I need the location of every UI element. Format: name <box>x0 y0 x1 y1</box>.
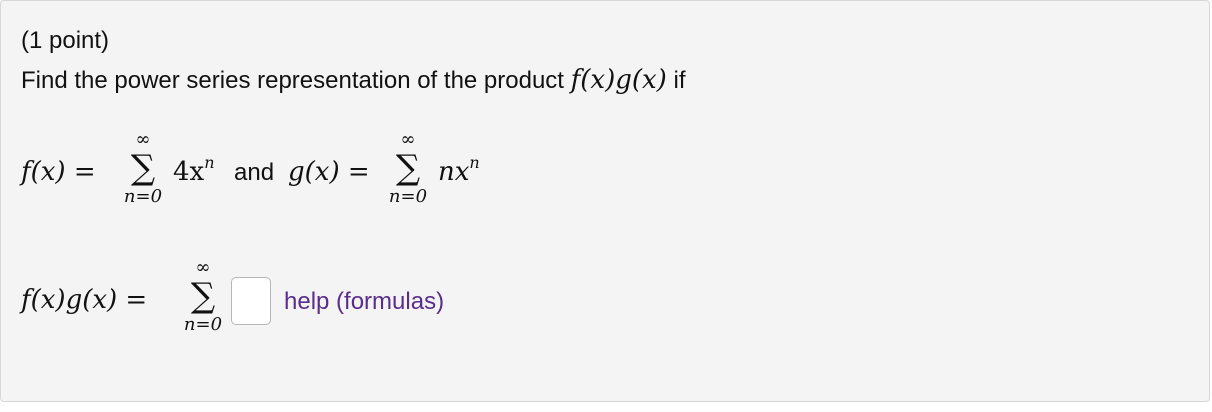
f-definition-lhs: f(x) = <box>21 157 96 187</box>
question-math: f(x)g(x) <box>570 65 667 95</box>
answer-summation: ∞ ∑ n=0 <box>181 259 225 335</box>
g-term-exp: n <box>469 153 480 172</box>
problem-card: (1 point) Find the power series represen… <box>0 0 1210 402</box>
g-term: nxn <box>438 153 480 187</box>
points-label: (1 point) <box>21 27 110 54</box>
answer-sum-upper: ∞ <box>195 257 211 278</box>
answer-sigma: ∑ <box>190 276 216 316</box>
question-text: Find the power series representation of … <box>21 65 686 95</box>
question-prose: Find the power series representation of … <box>21 67 564 94</box>
f-summation: ∞ ∑ n=0 <box>121 131 165 207</box>
g-sum-lower: n=0 <box>388 186 428 207</box>
f-term-exp: n <box>204 153 215 172</box>
answer-lhs: f(x)g(x) = <box>21 285 148 315</box>
g-definition-lhs: g(x) = <box>288 157 370 187</box>
f-term: 4xn <box>173 153 215 187</box>
question-suffix: if <box>673 67 686 94</box>
g-summation: ∞ ∑ n=0 <box>386 131 430 207</box>
f-term-base: 4x <box>173 157 205 187</box>
f-sigma: ∑ <box>130 148 156 188</box>
g-term-base: nx <box>438 157 470 187</box>
f-sum-lower: n=0 <box>123 186 163 207</box>
answer-input[interactable] <box>231 277 271 325</box>
g-sigma: ∑ <box>395 148 421 188</box>
connector-and: and <box>234 159 275 186</box>
help-formulas-link[interactable]: help (formulas) <box>284 288 444 316</box>
f-sum-upper: ∞ <box>135 129 151 150</box>
g-sum-upper: ∞ <box>400 129 416 150</box>
answer-sum-lower: n=0 <box>183 314 223 335</box>
